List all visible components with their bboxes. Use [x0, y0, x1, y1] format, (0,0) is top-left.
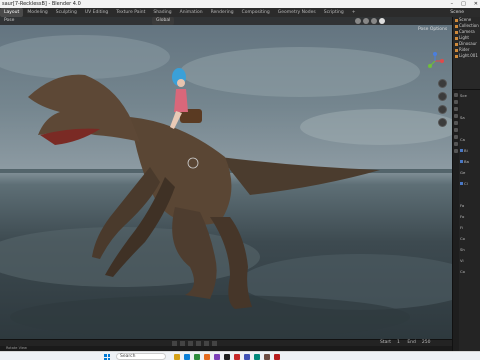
viewport-shading-wireframe-icon[interactable]	[355, 18, 361, 24]
rider-head	[177, 79, 185, 87]
cloud	[180, 47, 420, 97]
taskbar-search-input[interactable]: Search	[116, 353, 166, 360]
sand-shadow	[10, 295, 410, 339]
blender-icon[interactable]	[204, 354, 210, 360]
scene-selector[interactable]: Scene	[450, 8, 464, 17]
minimize-button[interactable]: –	[451, 0, 454, 8]
prop-row[interactable]: Cl	[460, 178, 480, 189]
prop-row[interactable]: Sa	[460, 112, 480, 123]
status-hint: Rotate View	[6, 346, 27, 350]
app-icon[interactable]	[214, 354, 220, 360]
viewport-shading-rendered-icon[interactable]	[379, 18, 385, 24]
viewport-header: Pose Global	[0, 17, 452, 25]
prop-row[interactable]	[460, 123, 480, 134]
app-icon[interactable]	[264, 354, 270, 360]
checkbox[interactable]	[460, 160, 463, 163]
tab-uv-editing[interactable]: UV Editing	[81, 8, 112, 17]
terminal-icon[interactable]	[224, 354, 230, 360]
prop-row[interactable]: Co	[460, 266, 480, 277]
prop-row[interactable]: Fo	[460, 211, 480, 222]
maximize-button[interactable]: □	[461, 0, 466, 8]
windows-start-icon[interactable]	[104, 354, 110, 360]
dinosaur-tail	[220, 157, 380, 195]
tab-modeling[interactable]: Modeling	[23, 8, 51, 17]
end-frame-label: End	[407, 340, 416, 345]
prop-row[interactable]: Co	[460, 233, 480, 244]
start-frame-field[interactable]: 1	[397, 340, 400, 345]
output-tab-icon[interactable]	[454, 107, 458, 111]
blender-window: saur[7-RecklessB] - Blender 4.0 – □ ✕ La…	[0, 0, 480, 360]
prop-row[interactable]: Vi	[460, 255, 480, 266]
zoom-icon[interactable]	[438, 79, 447, 88]
prop-row[interactable]: Fa	[460, 200, 480, 211]
view-layer-tab-icon[interactable]	[454, 114, 458, 118]
window-title: saur[7-RecklessB] - Blender 4.0	[2, 1, 81, 7]
world-tab-icon[interactable]	[454, 128, 458, 132]
viewport-nav-buttons	[438, 79, 447, 127]
prop-row[interactable]: Fi	[460, 222, 480, 233]
properties-editor: Sce Sa Ca Bi Ba Ge Cl Fa Fo Fi Co Sh Vi …	[453, 89, 480, 352]
scene-tab-icon[interactable]	[454, 121, 458, 125]
object-tab-icon[interactable]	[454, 135, 458, 139]
outliner: Scene Collection Camera Light Dinosaur R…	[453, 17, 480, 89]
store-icon[interactable]	[194, 354, 200, 360]
windows-taskbar: Search	[0, 351, 480, 360]
app-icon[interactable]	[244, 354, 250, 360]
prop-row[interactable]	[460, 189, 480, 200]
title-bar: saur[7-RecklessB] - Blender 4.0 – □ ✕	[0, 0, 480, 8]
prop-row[interactable]: Sce	[460, 90, 480, 101]
close-button[interactable]: ✕	[474, 0, 478, 8]
tool-tab-icon[interactable]	[454, 93, 458, 97]
right-panel: Scene Collection Camera Light Dinosaur R…	[452, 17, 480, 352]
orientation-dropdown[interactable]: Global	[152, 17, 175, 25]
end-frame-field[interactable]: 250	[422, 340, 431, 345]
tab-animation[interactable]: Animation	[176, 8, 207, 17]
tab-sculpting[interactable]: Sculpting	[52, 8, 81, 17]
cloud	[0, 35, 170, 79]
edge-browser-icon[interactable]	[184, 354, 190, 360]
properties-tabs	[453, 90, 459, 352]
workspace-tabs-bar: Layout Modeling Sculpting UV Editing Tex…	[0, 8, 480, 17]
prop-row[interactable]: Sh	[460, 244, 480, 255]
modifier-tab-icon[interactable]	[454, 142, 458, 146]
file-explorer-icon[interactable]	[174, 354, 180, 360]
app-icon[interactable]	[254, 354, 260, 360]
tab-texture-paint[interactable]: Texture Paint	[112, 8, 149, 17]
render-tab-icon[interactable]	[454, 100, 458, 104]
tab-scripting[interactable]: Scripting	[320, 8, 348, 17]
rider-body	[174, 89, 188, 112]
perspective-toggle-icon[interactable]	[438, 118, 447, 127]
prop-row[interactable]	[460, 101, 480, 112]
tab-rendering[interactable]: Rendering	[207, 8, 238, 17]
outliner-row[interactable]: Light.001	[453, 53, 480, 59]
3d-viewport[interactable]: Pose Global Pose Options	[0, 17, 452, 339]
app-icon[interactable]	[234, 354, 240, 360]
viewport-shading-material-icon[interactable]	[371, 18, 377, 24]
tab-layout[interactable]: Layout	[0, 8, 24, 17]
timeline-bar: Start 1 End 250	[0, 339, 452, 346]
mode-selector[interactable]: Pose	[4, 17, 14, 25]
viewport-shading-solid-icon[interactable]	[363, 18, 369, 24]
physics-tab-icon[interactable]	[454, 149, 458, 153]
tab-shading[interactable]: Shading	[149, 8, 175, 17]
pose-options-button[interactable]: Pose Options	[418, 27, 447, 32]
pan-hand-icon[interactable]	[438, 92, 447, 101]
cloud	[300, 109, 452, 145]
prop-row[interactable]: Ba	[460, 156, 480, 167]
checkbox[interactable]	[460, 182, 463, 185]
camera-view-icon[interactable]	[438, 105, 447, 114]
add-workspace-button[interactable]: +	[348, 8, 360, 17]
taskbar-apps	[174, 354, 280, 360]
prop-row[interactable]: Bi	[460, 145, 480, 156]
render-scene	[0, 35, 452, 339]
app-icon[interactable]	[274, 354, 280, 360]
tab-compositing[interactable]: Compositing	[238, 8, 274, 17]
tab-geometry-nodes[interactable]: Geometry Nodes	[274, 8, 320, 17]
prop-row[interactable]: Ge	[460, 167, 480, 178]
prop-row[interactable]: Ca	[460, 134, 480, 145]
start-frame-label: Start	[380, 340, 391, 345]
checkbox[interactable]	[460, 149, 463, 152]
navigation-gizmo-icon[interactable]	[426, 52, 444, 70]
